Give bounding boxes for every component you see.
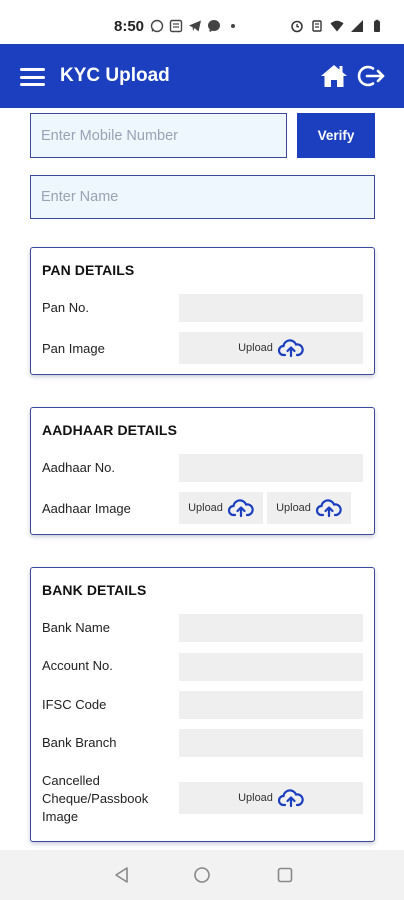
notification-icons <box>150 19 240 33</box>
vibrate-icon <box>312 20 322 32</box>
cloud-upload-icon <box>277 789 304 808</box>
bank-details-card: BANK DETAILS Bank Name Account No. IFSC … <box>30 567 375 842</box>
verify-button[interactable]: Verify <box>297 113 375 158</box>
upload-label: Upload <box>276 502 311 514</box>
logout-icon[interactable] <box>356 63 386 89</box>
page-title: KYC Upload <box>60 65 170 86</box>
ifsc-code-label: IFSC Code <box>42 697 107 712</box>
pan-number-field[interactable] <box>179 294 363 322</box>
messenger-icon <box>208 20 220 33</box>
bank-branch-field[interactable] <box>179 729 363 757</box>
app-bar: KYC Upload <box>0 44 404 108</box>
cheque-label-line2: Cheque/Passbook <box>42 791 149 806</box>
back-icon[interactable] <box>113 866 131 884</box>
home-icon[interactable] <box>320 63 348 89</box>
cloud-upload-icon <box>277 339 304 358</box>
mobile-number-input[interactable] <box>30 113 287 158</box>
aadhaar-image-label: Aadhaar Image <box>42 501 131 516</box>
aadhaar-details-card: AADHAAR DETAILS Aadhaar No. Aadhaar Imag… <box>30 407 375 535</box>
aadhaar-number-field[interactable] <box>179 454 363 482</box>
system-icons <box>290 19 384 33</box>
cloud-upload-icon <box>227 499 254 518</box>
recents-icon[interactable] <box>276 866 294 884</box>
cloud-upload-icon <box>315 499 342 518</box>
battery-icon <box>374 19 380 32</box>
bank-branch-label: Bank Branch <box>42 735 117 750</box>
status-bar: 8:50 <box>0 0 404 44</box>
aadhaar-back-upload-button[interactable]: Upload <box>267 492 351 524</box>
signal-icon <box>351 20 363 32</box>
dot-icon <box>231 24 235 28</box>
pan-details-card: PAN DETAILS Pan No. Pan Image Upload <box>30 247 375 375</box>
pan-details-title: PAN DETAILS <box>42 262 135 278</box>
status-time: 8:50 <box>114 18 145 35</box>
news-icon <box>169 19 183 33</box>
name-input[interactable] <box>30 175 375 219</box>
wifi-icon <box>330 20 344 32</box>
bank-name-field[interactable] <box>179 614 363 642</box>
aadhaar-front-upload-button[interactable]: Upload <box>179 492 263 524</box>
account-number-label: Account No. <box>42 658 113 673</box>
bank-name-label: Bank Name <box>42 620 110 635</box>
home-circle-icon[interactable] <box>193 866 211 884</box>
cheque-upload-button[interactable]: Upload <box>179 782 363 814</box>
bank-details-title: BANK DETAILS <box>42 582 147 598</box>
cheque-label-line3: Image <box>42 809 79 824</box>
account-number-field[interactable] <box>179 653 363 681</box>
pan-upload-button[interactable]: Upload <box>179 332 363 364</box>
pan-number-label: Pan No. <box>42 300 89 315</box>
aadhaar-details-title: AADHAAR DETAILS <box>42 422 178 438</box>
pan-image-label: Pan Image <box>42 341 105 356</box>
menu-icon[interactable] <box>20 68 45 86</box>
upload-label: Upload <box>238 342 273 354</box>
alarm-icon <box>291 20 303 33</box>
whatsapp-icon <box>150 19 164 33</box>
cheque-label-line1: Cancelled <box>42 773 100 788</box>
ifsc-code-field[interactable] <box>179 691 363 719</box>
upload-label: Upload <box>238 792 273 804</box>
aadhaar-number-label: Aadhaar No. <box>42 460 115 475</box>
telegram-icon <box>189 20 201 32</box>
upload-label: Upload <box>188 502 223 514</box>
